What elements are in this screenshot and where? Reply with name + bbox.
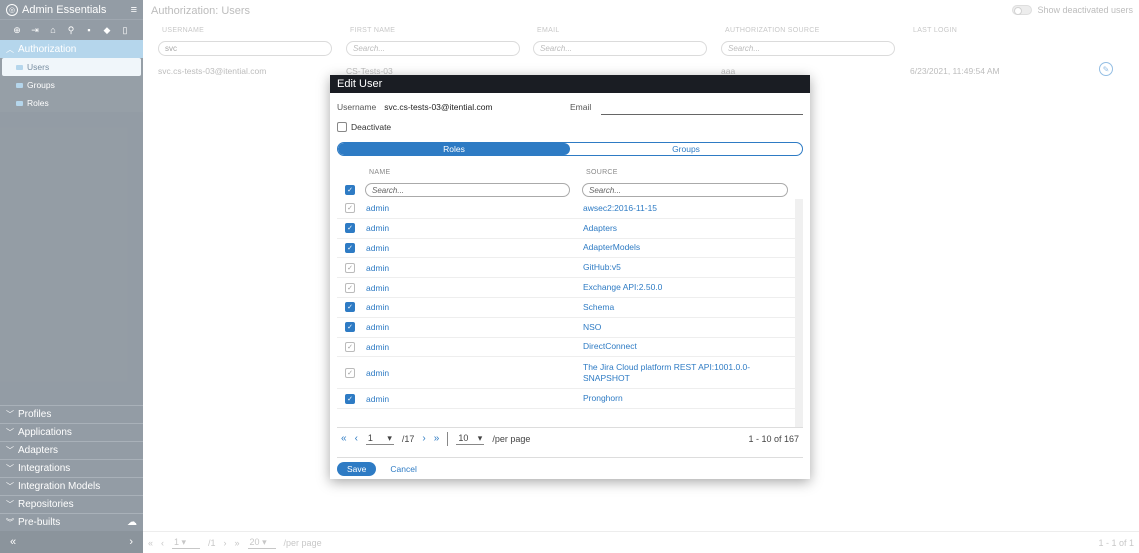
next-page-icon[interactable]: › bbox=[422, 433, 425, 444]
grid-per-page-label: /per page bbox=[492, 433, 531, 444]
grid-row[interactable]: ✓ admin Schema bbox=[337, 298, 803, 318]
row-name[interactable]: admin bbox=[366, 243, 389, 253]
save-button[interactable]: Save bbox=[337, 461, 377, 476]
row-source[interactable]: Pronghorn bbox=[583, 393, 783, 404]
grid-pagination: « ‹ 1 ▾ /17 › » 10 ▾ /per page 1 - 10 of 1… bbox=[337, 427, 803, 449]
grid-row[interactable]: ✓ admin Exchange API:2.50.0 bbox=[337, 278, 803, 298]
grid-page-range: 1 - 10 of 167 bbox=[748, 433, 799, 444]
row-name[interactable]: admin bbox=[366, 342, 389, 352]
edit-user-modal: Edit User Username svc.cs-tests-03@itent… bbox=[330, 75, 810, 479]
tab-groups[interactable]: Groups bbox=[570, 143, 802, 155]
source-search-input[interactable]: Search... bbox=[582, 183, 788, 197]
row-checkbox[interactable]: ✓ bbox=[345, 242, 355, 253]
row-source[interactable]: AdapterModels bbox=[583, 242, 783, 253]
row-name[interactable]: admin bbox=[366, 368, 389, 378]
email-field[interactable] bbox=[601, 114, 803, 115]
grid-row[interactable]: ✓ admin AdapterModels bbox=[337, 239, 803, 259]
row-checkbox[interactable]: ✓ bbox=[345, 302, 355, 313]
row-name[interactable]: admin bbox=[366, 283, 389, 293]
email-label: Email bbox=[570, 102, 592, 112]
prev-page-icon[interactable]: ‹ bbox=[355, 433, 358, 444]
grid-page-select[interactable]: 1 ▾ bbox=[365, 433, 394, 445]
tab-roles[interactable]: Roles bbox=[338, 143, 570, 155]
roles-groups-tabs: Roles Groups bbox=[337, 142, 803, 156]
first-page-icon[interactable]: « bbox=[341, 433, 347, 444]
grid-row[interactable]: ✓ admin The Jira Cloud platform REST API:1… bbox=[337, 357, 803, 390]
select-all-checkbox[interactable]: ✓ bbox=[345, 185, 355, 195]
grid-total-pages: /17 bbox=[401, 433, 415, 444]
grid-row[interactable]: ✓ admin DirectConnect bbox=[337, 338, 803, 358]
row-checkbox[interactable]: ✓ bbox=[345, 203, 355, 214]
row-checkbox[interactable]: ✓ bbox=[345, 367, 355, 378]
row-checkbox[interactable]: ✓ bbox=[345, 322, 355, 333]
row-name[interactable]: admin bbox=[366, 223, 389, 233]
grid-header-name[interactable]: NAME bbox=[369, 169, 390, 176]
row-name[interactable]: admin bbox=[366, 322, 389, 332]
deactivate-checkbox[interactable] bbox=[337, 122, 347, 132]
row-name[interactable]: admin bbox=[366, 302, 389, 312]
grid-row[interactable]: ✓ admin Pronghorn bbox=[337, 389, 803, 410]
divider bbox=[447, 431, 449, 446]
cancel-button[interactable]: Cancel bbox=[390, 464, 416, 474]
grid-row[interactable]: ✓ admin Adapters bbox=[337, 219, 803, 239]
grid-row[interactable]: ✓ admin NSO bbox=[337, 318, 803, 338]
username-label: Username bbox=[337, 102, 377, 112]
modal-footer: Save Cancel bbox=[337, 457, 803, 479]
row-source[interactable]: awsec2:2016-11-15 bbox=[583, 203, 783, 214]
row-checkbox[interactable]: ✓ bbox=[345, 223, 355, 234]
roles-grid: ✓ admin awsec2:2016-11-15 ✓ admin Adapters ✓ ad… bbox=[337, 199, 803, 427]
row-checkbox[interactable]: ✓ bbox=[345, 393, 355, 404]
deactivate-label: Deactivate bbox=[351, 122, 392, 132]
deactivate-row: Deactivate bbox=[337, 122, 391, 132]
row-source[interactable]: Adapters bbox=[583, 223, 783, 234]
row-source[interactable]: NSO bbox=[583, 322, 783, 333]
row-checkbox[interactable]: ✓ bbox=[345, 341, 355, 352]
row-source[interactable]: The Jira Cloud platform REST API:1001.0.… bbox=[583, 362, 783, 384]
last-page-icon[interactable]: » bbox=[434, 433, 440, 444]
row-checkbox[interactable]: ✓ bbox=[345, 262, 355, 273]
row-name[interactable]: admin bbox=[366, 394, 389, 404]
row-source[interactable]: Schema bbox=[583, 302, 783, 313]
username-row: Username svc.cs-tests-03@itential.com bbox=[337, 102, 493, 112]
grid-per-page-select[interactable]: 10 ▾ bbox=[456, 433, 485, 445]
grid-row[interactable]: ✓ admin awsec2:2016-11-15 bbox=[337, 199, 803, 219]
modal-title: Edit User bbox=[330, 75, 810, 93]
grid-header-source[interactable]: SOURCE bbox=[586, 169, 618, 176]
row-source[interactable]: DirectConnect bbox=[583, 341, 783, 352]
row-source[interactable]: GitHub:v5 bbox=[583, 262, 783, 273]
grid-row[interactable]: ✓ admin GitHub:v5 bbox=[337, 258, 803, 279]
row-checkbox[interactable]: ✓ bbox=[345, 282, 355, 293]
row-name[interactable]: admin bbox=[366, 203, 389, 213]
grid-scrollbar[interactable] bbox=[795, 199, 803, 427]
row-source[interactable]: Exchange API:2.50.0 bbox=[583, 282, 783, 293]
row-name[interactable]: admin bbox=[366, 263, 389, 273]
name-search-input[interactable]: Search... bbox=[365, 183, 570, 197]
username-value: svc.cs-tests-03@itential.com bbox=[384, 102, 493, 112]
